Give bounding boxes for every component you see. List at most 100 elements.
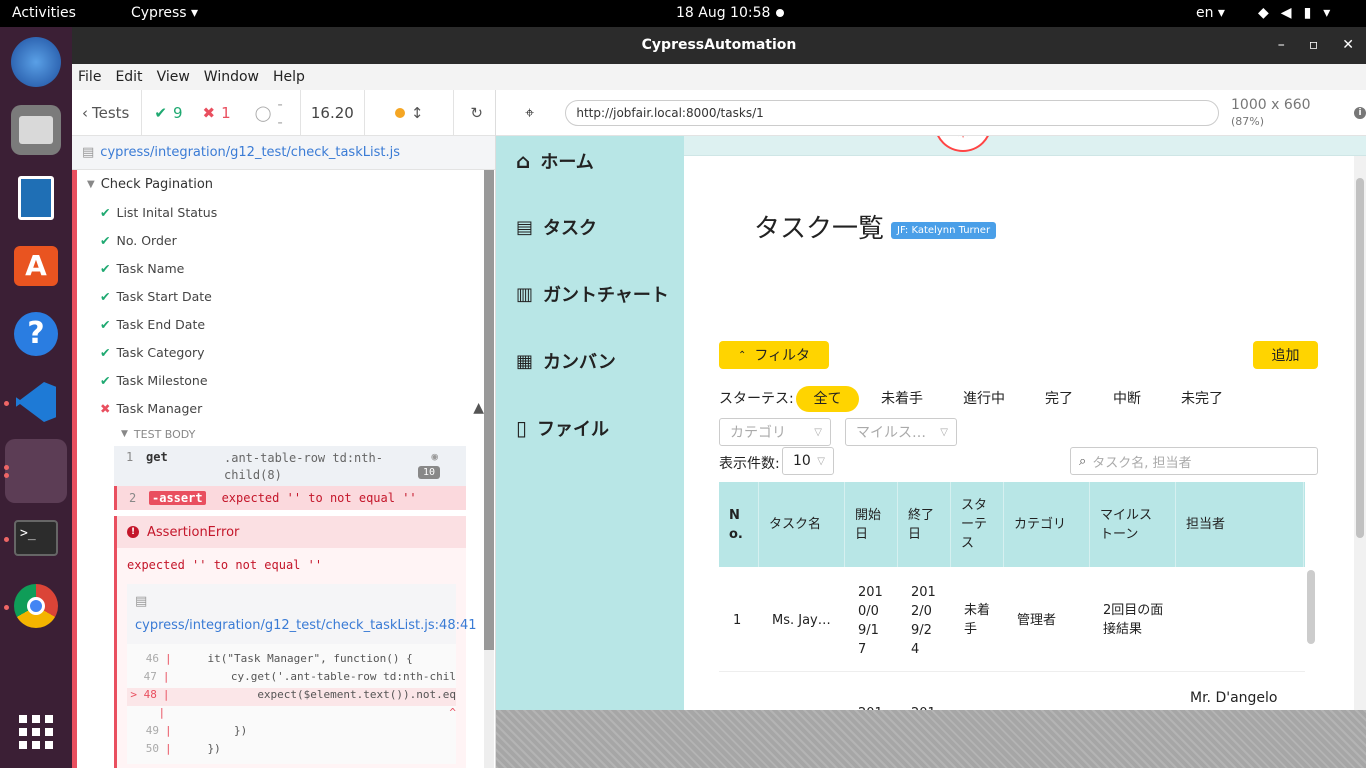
category-select[interactable]: カテゴリ ▽: [719, 418, 831, 446]
status-icons[interactable]: ◆ ◀ ▮ ▾: [1258, 5, 1330, 21]
menu-edit[interactable]: Edit: [115, 69, 142, 85]
sidebar-item-gantt[interactable]: ▥ ガントチャート: [516, 281, 669, 307]
tests-back-button[interactable]: ‹ Tests: [72, 89, 143, 136]
menu-view[interactable]: View: [157, 69, 190, 85]
column-header-milestone[interactable]: マイルス トーン: [1090, 482, 1176, 567]
test-item-failed[interactable]: ✖ Task Manager ▲: [77, 394, 484, 422]
check-icon: ✔: [100, 316, 111, 332]
table-row[interactable]: 201 201 Mr. D'angelo Reilly, Looper: [719, 672, 1305, 710]
test-title: Task Category: [116, 344, 205, 360]
system-top-bar: Activities Cypress ▾ 18 Aug 10:58 en ▾ ◆…: [0, 0, 1366, 27]
rerun-button[interactable]: ↻: [454, 90, 495, 136]
menu-bar: File Edit View Window Help: [72, 64, 1366, 90]
status-tab-done[interactable]: 完了: [1036, 386, 1082, 412]
code-pipe: |: [158, 706, 166, 719]
code-text: cy.get('.ant-table-row td:nth-chil: [177, 670, 456, 683]
column-header-category[interactable]: カテゴリ: [1004, 482, 1090, 567]
chrome-icon[interactable]: [11, 581, 61, 631]
activities-button[interactable]: Activities: [12, 5, 76, 21]
libreoffice-impress-icon[interactable]: [11, 173, 61, 223]
software-center-icon[interactable]: A: [11, 241, 61, 291]
aut-scrollbar[interactable]: [1354, 156, 1366, 710]
suite-title[interactable]: ▼ Check Pagination: [77, 170, 484, 198]
code-text: it("Task Manager", function() {: [181, 652, 413, 665]
passed-count: ✔ 9 ✖ 1 ◯ --: [142, 89, 301, 136]
test-item[interactable]: ✔ Task End Date: [77, 310, 484, 338]
test-item[interactable]: ✔ List Inital Status: [77, 198, 484, 226]
language-selector[interactable]: en ▾: [1196, 5, 1225, 21]
command-get[interactable]: 1 get .ant-table-row td:nth-child(8) ◉ 1…: [114, 446, 466, 486]
per-page-select[interactable]: 10 ▽: [782, 447, 834, 475]
menu-window[interactable]: Window: [204, 69, 259, 85]
running-indicator[interactable]: ↕: [365, 89, 455, 136]
test-body-header[interactable]: ▼ TEST BODY: [77, 422, 484, 446]
cypress-icon[interactable]: [5, 439, 67, 503]
minimize-button[interactable]: –: [1278, 27, 1285, 64]
check-icon: ✔: [154, 103, 167, 122]
scroll-thumb[interactable]: [484, 170, 494, 650]
file-icon: ▤: [135, 594, 148, 609]
clock[interactable]: 18 Aug 10:58: [676, 5, 770, 21]
column-header-task-name[interactable]: タスク名: [759, 482, 845, 567]
code-pipe: |: [165, 724, 172, 737]
command-assert[interactable]: 2 -assert expected '' to not equal '': [114, 486, 466, 510]
command-name: get: [146, 450, 168, 464]
sidebar-item-kanban[interactable]: ▦ カンバン: [516, 348, 616, 374]
table-scrollbar[interactable]: [1307, 570, 1315, 644]
test-item[interactable]: ✔ No. Order: [77, 226, 484, 254]
aut-url-bar[interactable]: http://jobfair.local:8000/tasks/1: [565, 99, 1219, 126]
test-item[interactable]: ✔ Task Name: [77, 254, 484, 282]
column-header-manager[interactable]: 担当者: [1176, 482, 1304, 567]
logo-icon: ✷: [934, 136, 992, 152]
close-button[interactable]: ✕: [1342, 27, 1354, 64]
status-tab-incomplete[interactable]: 未完了: [1174, 386, 1230, 412]
table-row[interactable]: 1 Ms. Jay… 201 0/0 9/1 7 201 2/0 9/2 4 未…: [719, 567, 1305, 672]
sidebar-item-files[interactable]: ▯ ファイル: [516, 415, 609, 441]
menu-help[interactable]: Help: [273, 69, 305, 85]
code-frame: 46 | it("Task Manager", function() { 47 | …: [127, 644, 456, 764]
milestone-select[interactable]: マイルス… ▽: [845, 418, 957, 446]
maximize-button[interactable]: ▫: [1309, 27, 1319, 64]
filter-button[interactable]: ⌃ フィルタ: [719, 341, 829, 369]
vscode-icon[interactable]: [11, 377, 61, 427]
status-tab-in-progress[interactable]: 進行中: [956, 386, 1012, 412]
code-line: 50 | }): [127, 742, 456, 760]
chevron-up-icon: ⌃: [737, 349, 747, 361]
status-tab-not-started[interactable]: 未着手: [874, 386, 930, 412]
terminal-icon[interactable]: >_: [11, 513, 61, 563]
selector-playground-icon[interactable]: ⌖: [510, 103, 549, 123]
column-header-start-date[interactable]: 開始 日: [845, 482, 898, 567]
app-menu[interactable]: Cypress ▾: [131, 5, 198, 21]
spec-file-path[interactable]: ▤ cypress/integration/g12_test/check_tas…: [72, 136, 495, 170]
sidebar-item-tasks[interactable]: ▤ タスク: [516, 214, 597, 240]
cell-task-name[interactable]: Ms. Jay…: [772, 611, 831, 630]
show-apps-icon[interactable]: [11, 707, 61, 757]
sidebar-item-home[interactable]: ⌂ ホーム: [516, 148, 594, 174]
test-item[interactable]: ✔ Task Milestone: [77, 366, 484, 394]
error-file-link[interactable]: ▤ cypress/integration/g12_test/check_tas…: [127, 584, 477, 644]
code-line: | ^: [127, 706, 456, 724]
thunderbird-icon[interactable]: [11, 37, 61, 87]
info-icon[interactable]: i: [1354, 106, 1366, 119]
pending-icon: ◯: [254, 103, 272, 122]
warning-icon[interactable]: ▲: [473, 400, 484, 416]
add-button[interactable]: 追加: [1253, 341, 1318, 369]
reporter-scrollbar[interactable]: [484, 170, 494, 768]
test-item[interactable]: ✔ Task Start Date: [77, 282, 484, 310]
help-icon[interactable]: ?: [11, 309, 61, 359]
scroll-thumb[interactable]: [1356, 178, 1364, 538]
column-header-status[interactable]: スタ ーテ ス: [951, 482, 1004, 567]
error-icon: !: [127, 526, 139, 538]
check-icon: ✔: [100, 260, 111, 276]
status-tab-all[interactable]: 全て: [796, 386, 859, 412]
code-line: 46 | it("Task Manager", function() {: [127, 652, 456, 670]
column-header-no[interactable]: N o.: [719, 482, 759, 567]
menu-file[interactable]: File: [78, 69, 101, 85]
task-search-input[interactable]: ⌕ タスク名, 担当者: [1070, 447, 1318, 475]
column-header-end-date[interactable]: 終了 日: [898, 482, 951, 567]
test-item[interactable]: ✔ Task Category: [77, 338, 484, 366]
window-titlebar[interactable]: CypressAutomation – ▫ ✕: [72, 27, 1366, 64]
files-icon[interactable]: [11, 105, 61, 155]
x-icon: ✖: [202, 103, 216, 122]
status-tab-suspended[interactable]: 中断: [1104, 386, 1150, 412]
